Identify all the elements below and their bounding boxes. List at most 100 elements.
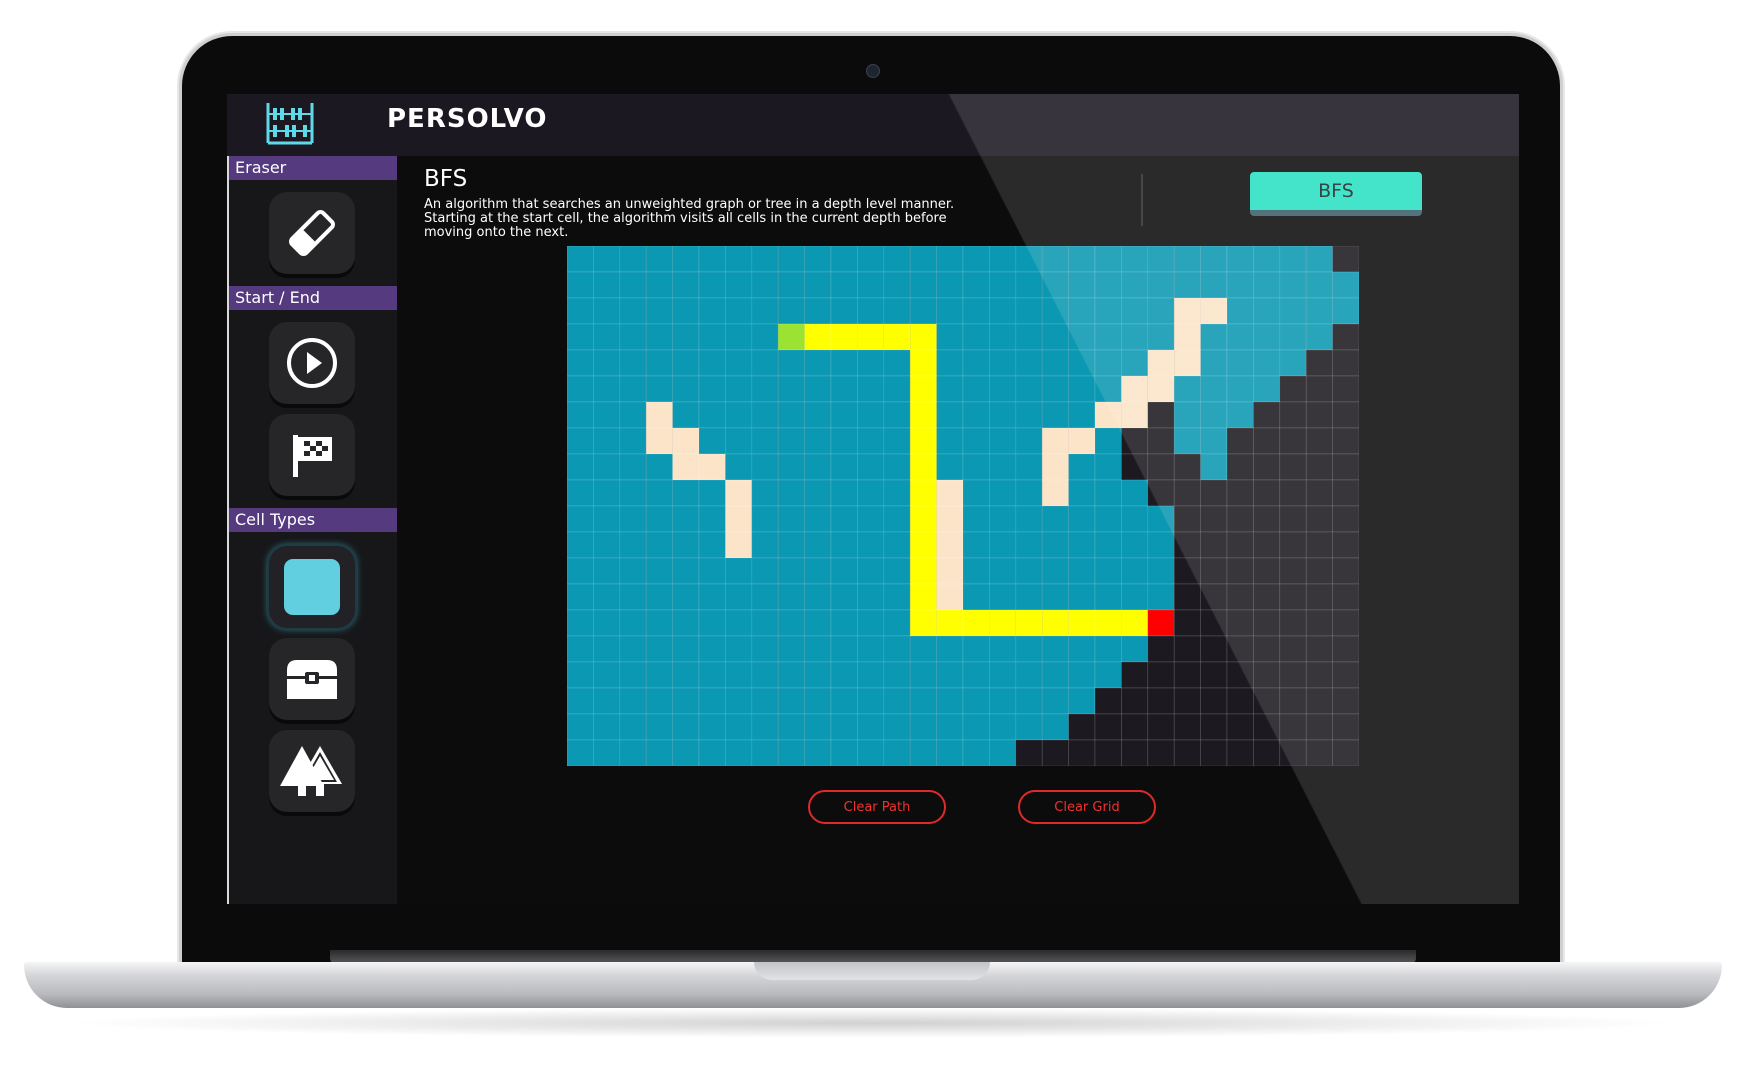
visited-cell[interactable] bbox=[1015, 479, 1043, 507]
visited-cell[interactable] bbox=[1094, 246, 1122, 273]
visited-cell[interactable] bbox=[567, 323, 594, 351]
visited-cell[interactable] bbox=[1121, 583, 1149, 611]
visited-cell[interactable] bbox=[1041, 583, 1069, 611]
visited-cell[interactable] bbox=[645, 505, 673, 533]
visited-cell[interactable] bbox=[936, 246, 964, 273]
unvisited-cell[interactable] bbox=[1332, 531, 1359, 559]
unvisited-cell[interactable] bbox=[1332, 375, 1359, 403]
visited-cell[interactable] bbox=[645, 661, 673, 689]
visited-cell[interactable] bbox=[619, 739, 647, 766]
visited-cell[interactable] bbox=[1068, 635, 1096, 663]
unvisited-cell[interactable] bbox=[1253, 583, 1281, 611]
visited-cell[interactable] bbox=[1226, 297, 1254, 325]
unvisited-cell[interactable] bbox=[1200, 531, 1228, 559]
visited-cell[interactable] bbox=[1094, 479, 1122, 507]
unvisited-cell[interactable] bbox=[1279, 505, 1307, 533]
unvisited-cell[interactable] bbox=[1226, 427, 1254, 455]
unvisited-cell[interactable] bbox=[1121, 713, 1149, 741]
visited-cell[interactable] bbox=[962, 661, 990, 689]
visited-cell[interactable] bbox=[593, 531, 621, 559]
visited-cell[interactable] bbox=[1200, 323, 1228, 351]
wall-cell[interactable] bbox=[1041, 427, 1069, 455]
visited-cell[interactable] bbox=[857, 505, 885, 533]
visited-cell[interactable] bbox=[619, 349, 647, 377]
unvisited-cell[interactable] bbox=[1200, 661, 1228, 689]
unvisited-cell[interactable] bbox=[1121, 427, 1149, 455]
visited-cell[interactable] bbox=[725, 453, 753, 481]
visited-cell[interactable] bbox=[567, 583, 594, 611]
wall-cell[interactable] bbox=[936, 583, 964, 611]
unvisited-cell[interactable] bbox=[1041, 739, 1069, 766]
visited-cell[interactable] bbox=[1226, 323, 1254, 351]
visited-cell[interactable] bbox=[1015, 557, 1043, 585]
visited-cell[interactable] bbox=[909, 687, 937, 715]
unvisited-cell[interactable] bbox=[1279, 687, 1307, 715]
visited-cell[interactable] bbox=[830, 609, 858, 637]
visited-cell[interactable] bbox=[777, 297, 805, 325]
visited-cell[interactable] bbox=[567, 401, 594, 429]
visited-cell[interactable] bbox=[645, 297, 673, 325]
visited-cell[interactable] bbox=[1279, 246, 1307, 273]
unvisited-cell[interactable] bbox=[1147, 661, 1175, 689]
visited-cell[interactable] bbox=[567, 531, 594, 559]
visited-cell[interactable] bbox=[672, 609, 700, 637]
visited-cell[interactable] bbox=[989, 583, 1017, 611]
visited-cell[interactable] bbox=[1147, 297, 1175, 325]
visited-cell[interactable] bbox=[645, 271, 673, 299]
algorithm-select-button[interactable]: BFS bbox=[1250, 172, 1422, 216]
visited-cell[interactable] bbox=[1094, 505, 1122, 533]
visited-cell[interactable] bbox=[751, 297, 779, 325]
unvisited-cell[interactable] bbox=[1253, 427, 1281, 455]
visited-cell[interactable] bbox=[989, 375, 1017, 403]
path-cell[interactable] bbox=[909, 531, 937, 559]
visited-cell[interactable] bbox=[645, 583, 673, 611]
visited-cell[interactable] bbox=[830, 713, 858, 741]
visited-cell[interactable] bbox=[1094, 531, 1122, 559]
visited-cell[interactable] bbox=[804, 246, 832, 273]
visited-cell[interactable] bbox=[593, 583, 621, 611]
wall-cell[interactable] bbox=[1147, 375, 1175, 403]
unvisited-cell[interactable] bbox=[1253, 661, 1281, 689]
visited-cell[interactable] bbox=[751, 401, 779, 429]
unvisited-cell[interactable] bbox=[1147, 739, 1175, 766]
eraser-tool-button[interactable] bbox=[269, 192, 355, 274]
visited-cell[interactable] bbox=[804, 713, 832, 741]
visited-cell[interactable] bbox=[857, 246, 885, 273]
visited-cell[interactable] bbox=[857, 557, 885, 585]
visited-cell[interactable] bbox=[857, 271, 885, 299]
visited-cell[interactable] bbox=[883, 531, 911, 559]
wall-cell[interactable] bbox=[936, 479, 964, 507]
visited-cell[interactable] bbox=[883, 661, 911, 689]
unvisited-cell[interactable] bbox=[1147, 427, 1175, 455]
unvisited-cell[interactable] bbox=[1121, 453, 1149, 481]
visited-cell[interactable] bbox=[619, 375, 647, 403]
visited-cell[interactable] bbox=[725, 609, 753, 637]
path-cell[interactable] bbox=[883, 323, 911, 351]
unvisited-cell[interactable] bbox=[1173, 583, 1201, 611]
visited-cell[interactable] bbox=[698, 375, 726, 403]
unvisited-cell[interactable] bbox=[1253, 739, 1281, 766]
unvisited-cell[interactable] bbox=[1305, 687, 1333, 715]
visited-cell[interactable] bbox=[698, 739, 726, 766]
visited-cell[interactable] bbox=[1094, 323, 1122, 351]
visited-cell[interactable] bbox=[1068, 453, 1096, 481]
visited-cell[interactable] bbox=[883, 505, 911, 533]
visited-cell[interactable] bbox=[804, 635, 832, 663]
visited-cell[interactable] bbox=[1147, 505, 1175, 533]
visited-cell[interactable] bbox=[567, 479, 594, 507]
path-cell[interactable] bbox=[909, 427, 937, 455]
visited-cell[interactable] bbox=[698, 505, 726, 533]
visited-cell[interactable] bbox=[962, 713, 990, 741]
visited-cell[interactable] bbox=[1121, 246, 1149, 273]
visited-cell[interactable] bbox=[567, 609, 594, 637]
unvisited-cell[interactable] bbox=[1200, 479, 1228, 507]
visited-cell[interactable] bbox=[567, 297, 594, 325]
unvisited-cell[interactable] bbox=[1094, 713, 1122, 741]
visited-cell[interactable] bbox=[672, 687, 700, 715]
visited-cell[interactable] bbox=[567, 557, 594, 585]
unvisited-cell[interactable] bbox=[1332, 713, 1359, 741]
visited-cell[interactable] bbox=[883, 401, 911, 429]
visited-cell[interactable] bbox=[593, 427, 621, 455]
unvisited-cell[interactable] bbox=[1332, 505, 1359, 533]
unvisited-cell[interactable] bbox=[1147, 479, 1175, 507]
